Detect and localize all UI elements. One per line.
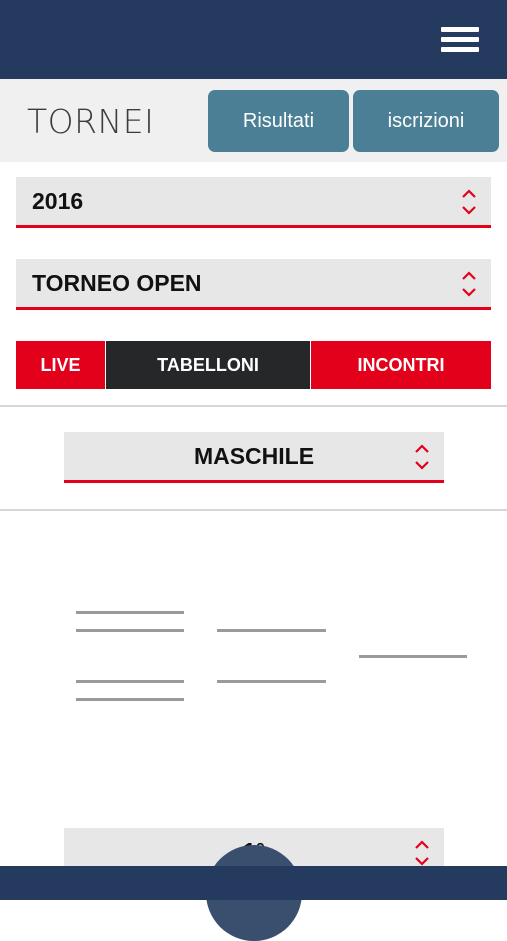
gender-select[interactable]: MASCHILE — [64, 432, 444, 483]
iscrizioni-button[interactable]: iscrizioni — [353, 90, 499, 152]
bracket-slot — [76, 698, 184, 701]
bracket-slot — [76, 629, 184, 632]
year-select-value: 2016 — [32, 187, 84, 214]
tournament-select-value: TORNEO OPEN — [32, 269, 202, 296]
chevron-up-down-icon — [462, 189, 476, 215]
page-title: TORNEI — [27, 102, 155, 141]
chevron-up-down-icon — [462, 271, 476, 297]
bracket-slot — [76, 680, 184, 683]
bracket-slot — [217, 629, 326, 632]
tab-tabelloni[interactable]: TABELLONI — [106, 341, 310, 389]
bracket-slot — [217, 680, 326, 683]
tournament-select[interactable]: TORNEO OPEN — [16, 259, 491, 310]
chevron-up-down-icon — [415, 840, 429, 866]
tab-live[interactable]: LIVE — [16, 341, 105, 389]
divider — [0, 509, 507, 511]
hamburger-menu-icon[interactable] — [441, 27, 479, 53]
bracket-slot — [76, 611, 184, 614]
year-select[interactable]: 2016 — [16, 177, 491, 228]
bracket-slot — [359, 655, 467, 658]
view-tabs: LIVE TABELLONI INCONTRI — [16, 341, 491, 389]
gender-select-value: MASCHILE — [193, 442, 315, 469]
top-app-bar — [0, 0, 507, 79]
bottom-bar — [0, 866, 507, 900]
tab-incontri[interactable]: INCONTRI — [311, 341, 491, 389]
risultati-button[interactable]: Risultati — [208, 90, 349, 152]
chevron-up-down-icon — [415, 444, 429, 470]
divider — [0, 405, 507, 407]
